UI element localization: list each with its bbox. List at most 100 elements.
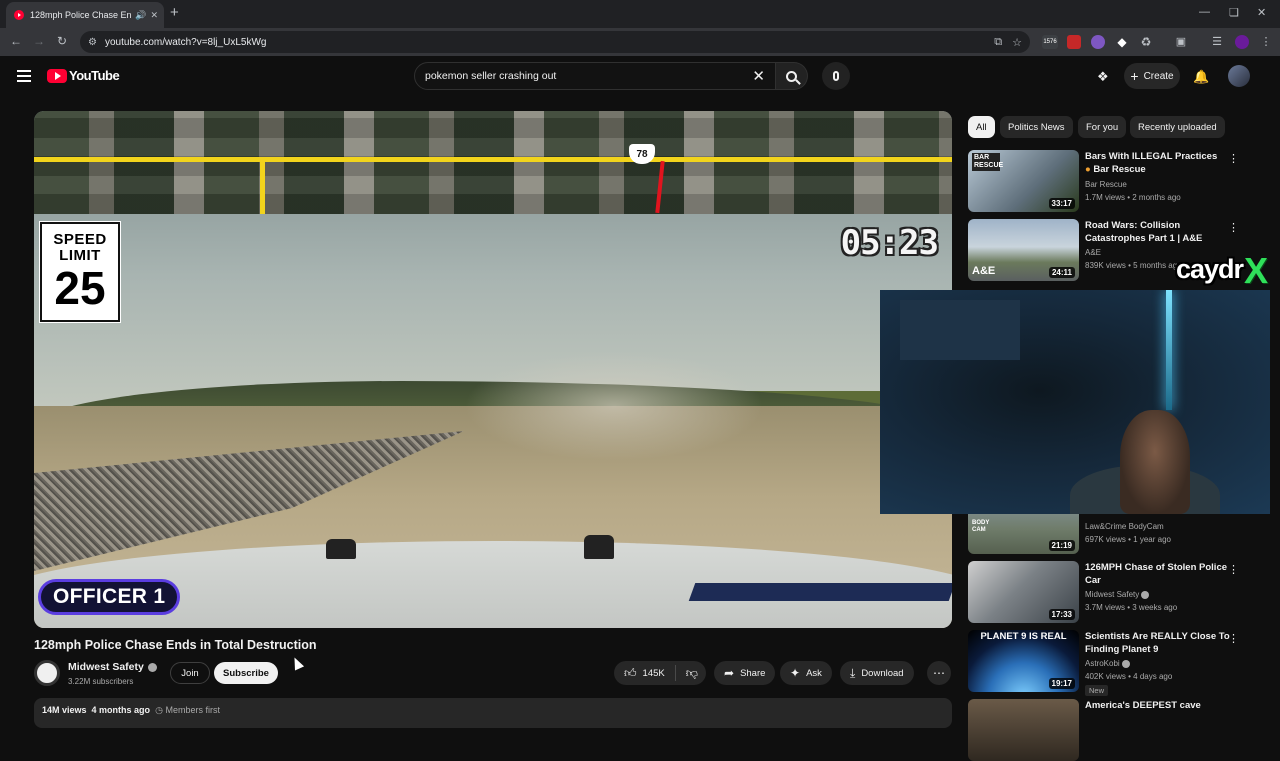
video-duration: 17:33	[1048, 609, 1075, 620]
youtube-logo[interactable]: YouTube	[47, 68, 120, 83]
video-duration: 19:17	[1048, 678, 1075, 689]
new-tab-icon[interactable]: +	[170, 4, 179, 21]
download-button[interactable]: ⤓ Download	[840, 661, 914, 685]
recommendation-menu-icon[interactable]: ⋮	[1228, 563, 1239, 576]
channel-avatar[interactable]	[34, 660, 60, 686]
forward-icon[interactable]: →	[33, 34, 45, 48]
browser-toolbar: ← → ↻ ⚙ youtube.com/watch?v=8lj_UxL5kWg …	[0, 28, 1280, 56]
url-text[interactable]: youtube.com/watch?v=8lj_UxL5kWg	[105, 37, 984, 48]
streamer-name-logo: caydr	[1176, 254, 1244, 284]
extensions-puzzle-icon[interactable]: ♻	[1139, 35, 1153, 49]
recommendation-menu-icon[interactable]: ⋮	[1228, 152, 1239, 165]
subscriber-count: 3.22M subscribers	[68, 677, 134, 686]
reload-icon[interactable]: ↻	[57, 34, 67, 48]
account-avatar[interactable]	[1228, 65, 1250, 87]
search-input[interactable]: pokemon seller crashing out ✕	[414, 62, 776, 90]
search-icon	[786, 70, 797, 82]
media-controls-icon[interactable]: ☰	[1210, 35, 1224, 49]
recommendation-channel: AstroKobi	[1085, 659, 1130, 668]
speed-sign-value: 25	[54, 262, 106, 314]
minimize-icon[interactable]: —	[1199, 6, 1210, 18]
page-scrollbar[interactable]	[1270, 56, 1280, 720]
extension-purple-icon[interactable]	[1091, 35, 1105, 49]
chip-all[interactable]: All	[968, 116, 995, 138]
thumbs-up-icon: 👍︎	[624, 665, 637, 680]
like-button[interactable]: 👍︎ 145K	[614, 665, 676, 681]
address-bar[interactable]: ⚙ youtube.com/watch?v=8lj_UxL5kWg ⧉ ☆	[80, 31, 1030, 53]
hamburger-menu-icon[interactable]	[17, 70, 31, 82]
view-count: 14M views	[42, 705, 87, 715]
map-side-road-line	[260, 161, 265, 214]
browser-tab[interactable]: 128mph Police Chase Ends 🔊 ✕	[6, 2, 164, 28]
verified-icon	[1121, 659, 1130, 668]
video-thumbnail[interactable]: PLANET 9 IS REAL 19:17	[968, 630, 1079, 692]
verified-icon	[147, 662, 157, 672]
clear-search-icon[interactable]: ✕	[752, 67, 765, 85]
search-query[interactable]: pokemon seller crashing out	[425, 70, 752, 82]
recommendation-channel-text: Midwest Safety	[1085, 590, 1140, 599]
maximize-icon[interactable]: ❏	[1229, 6, 1239, 19]
create-button[interactable]: + Create	[1124, 63, 1180, 89]
video-player[interactable]: 78 SPEED LIMIT 25 05:23 OFFICER 1	[34, 111, 952, 628]
ask-label: Ask	[806, 667, 822, 679]
video-duration: 33:17	[1048, 198, 1075, 209]
extension-diamond-icon[interactable]: ◆	[1115, 35, 1129, 49]
recommendation-menu-icon[interactable]: ⋮	[1228, 221, 1239, 234]
video-frame-hood-mount	[326, 539, 356, 559]
thumbnail-label: PLANET 9 IS REAL	[980, 631, 1067, 642]
recommendation-title: Bars With ILLEGAL Practices ● Bar Rescue	[1085, 150, 1235, 176]
video-thumbnail[interactable]: 17:33	[968, 561, 1079, 623]
share-button[interactable]: ➦ Share	[714, 661, 776, 685]
extension-counter-icon[interactable]: 1576	[1042, 35, 1058, 49]
video-frame-hood-mount	[584, 535, 614, 559]
recommendation-menu-icon[interactable]: ⋮	[1228, 632, 1239, 645]
subscribe-button[interactable]: Subscribe	[214, 662, 278, 684]
tab-close-icon[interactable]: ✕	[150, 10, 158, 21]
download-icon: ⤓	[850, 665, 856, 680]
voice-search-button[interactable]	[822, 62, 850, 90]
channel-name[interactable]: Midwest Safety	[68, 661, 157, 673]
video-frame-dust	[464, 351, 764, 461]
sparkle-icon: ✦	[790, 666, 801, 680]
dislike-icon[interactable]: 👎︎	[676, 666, 708, 681]
profile-icon[interactable]	[1235, 35, 1249, 49]
chip-recently-uploaded[interactable]: Recently uploaded	[1130, 116, 1225, 138]
notifications-bell-icon[interactable]: 🔔	[1193, 69, 1209, 85]
video-thumbnail[interactable]	[968, 699, 1079, 761]
bookmark-star-icon[interactable]: ☆	[1012, 36, 1022, 49]
channel-name-text[interactable]: Midwest Safety	[68, 661, 144, 673]
cast-icon[interactable]: ❖	[1097, 69, 1109, 85]
video-duration: 21:19	[1048, 540, 1075, 551]
install-icon[interactable]: ⧉	[994, 36, 1002, 49]
recommendation-title: Road Wars: Collision Catastrophes Part 1…	[1085, 220, 1203, 244]
side-panel-icon[interactable]: ▣	[1174, 35, 1188, 49]
video-thumbnail[interactable]: BAR RESCUE 33:17	[968, 150, 1079, 212]
video-thumbnail[interactable]: A&E 24:11	[968, 219, 1079, 281]
extension-badge: 1576	[1043, 39, 1057, 45]
window-close-icon[interactable]: ✕	[1257, 6, 1266, 19]
back-icon[interactable]: ←	[10, 34, 22, 48]
extension-red-icon[interactable]	[1067, 35, 1081, 49]
search-button[interactable]	[776, 62, 808, 90]
recommendation-channel-text: AstroKobi	[1085, 659, 1120, 668]
streamer-webcam-overlay	[880, 290, 1280, 514]
thumbnail-label: BAR RESCUE	[972, 153, 1004, 171]
chip-politics-news[interactable]: Politics News	[1000, 116, 1073, 138]
browser-menu-icon[interactable]: ⋮	[1259, 35, 1273, 49]
video-duration: 24:11	[1048, 267, 1075, 278]
join-button[interactable]: Join	[170, 662, 210, 684]
recommendation-title-line2: Bar Rescue	[1093, 164, 1146, 175]
description-box[interactable]: 14M views 4 months ago ◷ Members first	[34, 698, 952, 728]
download-label: Download	[861, 667, 904, 679]
more-actions-icon[interactable]: ⋯	[927, 661, 951, 685]
speaker-icon[interactable]: 🔊	[135, 10, 146, 21]
video-frame-hood-stripe	[688, 583, 952, 601]
site-info-icon[interactable]: ⚙	[88, 37, 97, 48]
recommendation-meta: 3.7M views • 3 weeks ago	[1085, 603, 1178, 612]
upload-age: 4 months ago	[91, 705, 151, 715]
chip-for-you[interactable]: For you	[1078, 116, 1127, 138]
webcam-streamer-head	[1120, 410, 1190, 514]
bar-rescue-icon: ●	[1085, 164, 1091, 175]
speed-sign-line1: SPEED	[53, 231, 107, 248]
ask-button[interactable]: ✦ Ask	[780, 661, 832, 685]
